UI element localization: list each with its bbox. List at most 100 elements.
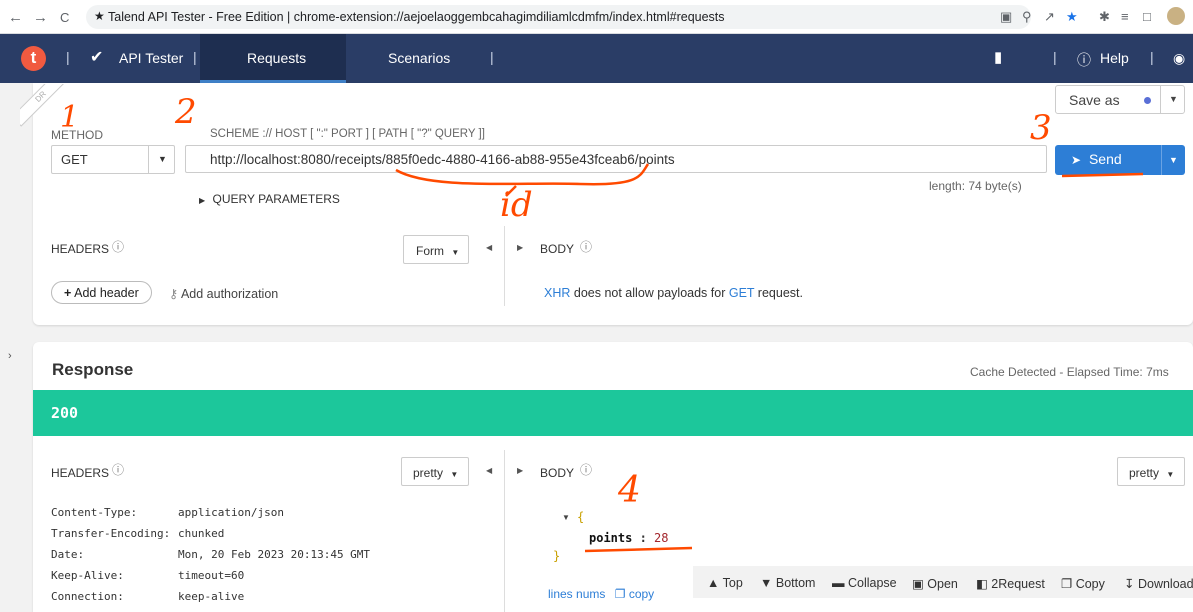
xhr-message-end: request. (754, 286, 803, 300)
info-icon[interactable]: ⓘ (580, 461, 592, 478)
draft-label: DR (20, 84, 64, 127)
chat-icon[interactable]: ▮ (994, 48, 1002, 66)
translate-icon[interactable]: ▣ (1000, 9, 1012, 25)
chevron-down-icon[interactable]: ▼ (1160, 86, 1178, 113)
api-tester-label[interactable]: API Tester (119, 50, 183, 66)
header-key: Transfer-Encoding: (51, 527, 171, 540)
json-key: points (589, 531, 633, 545)
response-headers-label: HEADERS (51, 466, 110, 480)
xhr-link[interactable]: XHR (544, 286, 570, 300)
query-parameters-label: QUERY PARAMETERS (212, 192, 340, 206)
url-input[interactable]: http://localhost:8080/receipts/885f0edc-… (185, 145, 1047, 173)
response-headers-format-select[interactable]: pretty ▼ (401, 457, 469, 486)
header-key: Content-Type: (51, 506, 138, 519)
user-icon[interactable]: ◉ (1173, 50, 1185, 67)
chevron-down-icon: ▼ (148, 146, 167, 173)
url-scheme-label: SCHEME :// HOST [ ":" PORT ] [ PATH [ "?… (210, 128, 485, 140)
key-icon: ⚷ (169, 287, 179, 301)
copy-icon: ❐ (1061, 577, 1073, 591)
download-button[interactable]: ↧ Download (1124, 576, 1193, 591)
sidebar-expand-icon[interactable]: › (8, 350, 12, 362)
collapse-left-icon[interactable]: ◀ (486, 466, 492, 475)
expand-right-icon[interactable]: ▶ (517, 243, 523, 252)
header-value: Mon, 20 Feb 2023 20:13:45 GMT (178, 548, 371, 561)
add-authorization-link[interactable]: ⚷ Add authorization (169, 286, 278, 301)
method-value: GET (61, 152, 88, 167)
top-label: Top (722, 576, 743, 590)
arrow-down-circle-icon: ▼ (760, 576, 773, 590)
forward-icon[interactable]: → (33, 9, 48, 26)
top-button[interactable]: ▲ Top (707, 576, 743, 590)
nav-separator: | (1053, 49, 1057, 65)
copy-label: Copy (1075, 577, 1105, 591)
help-link[interactable]: Help (1100, 50, 1129, 66)
response-body-format-select[interactable]: pretty ▼ (1117, 457, 1185, 486)
caret-right-icon: ▶ (199, 196, 206, 205)
json-collapse-icon[interactable]: ▼ (562, 513, 570, 522)
form-select[interactable]: Form ▼ (403, 235, 469, 264)
header-value: timeout=60 (178, 569, 245, 582)
send-button[interactable]: ➤ Send (1055, 145, 1161, 175)
download-icon: ↧ (1124, 577, 1135, 591)
side-panel-icon[interactable]: □ (1143, 9, 1151, 24)
expand-right-icon[interactable]: ▶ (517, 466, 523, 475)
xhr-message-mid: does not allow payloads for (570, 286, 729, 300)
bookmark-star-icon[interactable]: ★ (1066, 9, 1078, 25)
draft-ribbon: DR (20, 84, 64, 128)
save-as-button[interactable]: Save as ▼ (1055, 85, 1185, 114)
arrow-up-circle-icon: ▲ (707, 576, 720, 590)
zoom-icon[interactable]: ⚲ (1022, 9, 1032, 25)
request-body-label: BODY (540, 242, 575, 256)
copy-icon[interactable]: ❐ (615, 587, 626, 601)
status-dot (1144, 97, 1151, 104)
check-circle-icon: ✔︎ (90, 49, 104, 66)
address-bar[interactable]: ★ Talend API Tester - Free Edition | chr… (86, 5, 1031, 29)
request-headers-label: HEADERS (51, 242, 110, 256)
collapse-left-icon[interactable]: ◀ (486, 243, 492, 252)
extensions-icon[interactable]: ✱ (1099, 9, 1110, 25)
info-icon[interactable]: ⓘ (580, 238, 592, 255)
collapse-button[interactable]: ▬ Collapse (832, 576, 897, 590)
chevron-down-icon: ▼ (451, 248, 460, 257)
open-button[interactable]: ▣ Open (912, 576, 958, 591)
add-header-button[interactable]: + Add header (51, 281, 152, 304)
download-label: Download (1137, 577, 1193, 591)
copy-link[interactable]: copy (629, 587, 654, 601)
send-label: Send (1088, 151, 1122, 167)
help-circle-icon: ⓘ (1077, 52, 1091, 68)
puzzle-icon: ★ (94, 9, 105, 23)
nav-separator: | (490, 49, 494, 65)
query-parameters-toggle[interactable]: ▶ QUERY PARAMETERS (199, 192, 340, 206)
reload-icon[interactable]: C (60, 10, 69, 25)
profile-avatar[interactable] (1167, 7, 1185, 25)
to-request-label: 2Request (991, 577, 1045, 591)
chevron-down-icon: ▼ (450, 470, 459, 479)
send-options-dropdown[interactable]: ▼ (1161, 145, 1185, 175)
body-xhr-message: XHR does not allow payloads for GET requ… (544, 286, 803, 300)
tab-scenarios[interactable]: Scenarios (388, 50, 450, 66)
info-icon[interactable]: ⓘ (112, 461, 124, 478)
bottom-label: Bottom (775, 576, 816, 590)
get-link[interactable]: GET (729, 286, 754, 300)
status-code: 200 (51, 404, 79, 422)
json-colon: : (632, 531, 655, 545)
json-open-brace: { (577, 510, 585, 524)
plus-square-icon: ▣ (912, 577, 924, 591)
share-icon[interactable]: ↗ (1044, 9, 1055, 25)
lines-nums-link[interactable]: lines nums (548, 587, 605, 601)
tab-requests[interactable]: Requests (200, 34, 346, 83)
reading-list-icon[interactable]: ≡ (1121, 9, 1129, 24)
to-request-button[interactable]: ◧ 2Request (976, 576, 1045, 591)
response-body-label: BODY (540, 466, 575, 480)
form-label: Form (416, 244, 444, 258)
back-icon[interactable]: ← (8, 9, 23, 26)
header-key: Connection: (51, 590, 124, 603)
method-select[interactable]: GET ▼ (51, 145, 175, 174)
bottom-button[interactable]: ▼ Bottom (760, 576, 815, 590)
json-value: 28 (654, 531, 669, 545)
info-icon[interactable]: ⓘ (112, 238, 124, 255)
header-value: chunked (178, 527, 225, 540)
chevron-down-icon: ▼ (1166, 470, 1175, 479)
copy-button[interactable]: ❐ Copy (1061, 576, 1105, 591)
nav-separator: | (1150, 49, 1154, 65)
